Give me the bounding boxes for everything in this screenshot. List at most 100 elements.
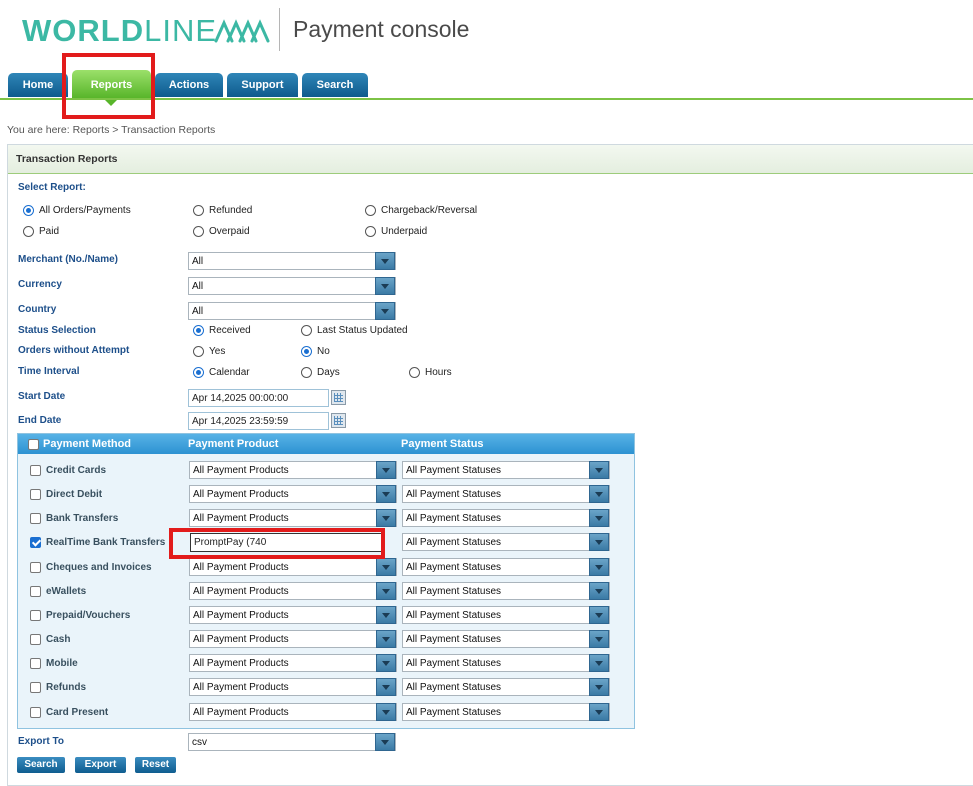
payment-product-select[interactable]: All Payment Products	[189, 558, 397, 576]
status-last-updated-radio[interactable]: Last Status Updated	[301, 325, 408, 336]
payment-method-label: Direct Debit	[46, 489, 103, 500]
payment-method-row[interactable]: RealTime Bank Transfers	[30, 537, 165, 548]
payment-method-row[interactable]: Bank Transfers	[30, 513, 118, 524]
payment-method-row[interactable]: Mobile	[30, 658, 78, 669]
payment-method-checkbox[interactable]	[30, 682, 41, 693]
tab-support[interactable]: Support	[227, 73, 298, 97]
payment-method-label: Cash	[46, 634, 71, 645]
payment-product-select[interactable]: All Payment Products	[189, 606, 397, 624]
payment-product-select[interactable]: All Payment Products	[189, 582, 397, 600]
end-date-input[interactable]: Apr 14,2025 23:59:59	[188, 412, 329, 430]
tab-home[interactable]: Home	[8, 73, 68, 97]
report-option-paid[interactable]: Paid	[23, 226, 59, 237]
payment-method-checkbox[interactable]	[30, 634, 41, 645]
report-option-all-orders[interactable]: All Orders/Payments	[23, 205, 131, 216]
payment-method-row[interactable]: Direct Debit	[30, 489, 102, 500]
chevron-down-icon	[589, 678, 609, 696]
payment-status-value: All Payment Statuses	[406, 610, 502, 621]
payment-method-label: Cheques and Invoices	[46, 562, 152, 573]
payment-method-row[interactable]: Prepaid/Vouchers	[30, 610, 130, 621]
payment-method-checkbox[interactable]	[30, 537, 41, 548]
chevron-down-icon	[375, 302, 395, 320]
payment-status-select[interactable]: All Payment Statuses	[402, 533, 610, 551]
radio-icon	[365, 205, 376, 216]
payment-method-checkbox[interactable]	[30, 465, 41, 476]
report-option-chargeback[interactable]: Chargeback/Reversal	[365, 205, 477, 216]
payment-product-value: All Payment Products	[193, 658, 289, 669]
search-button[interactable]: Search	[17, 757, 65, 773]
payment-product-select[interactable]: All Payment Products	[189, 678, 397, 696]
report-option-underpaid[interactable]: Underpaid	[365, 226, 427, 237]
payment-table-header: Payment Method Payment Product Payment S…	[18, 434, 634, 454]
payment-method-row[interactable]: eWallets	[30, 586, 86, 597]
chevron-down-icon	[589, 485, 609, 503]
report-option-refunded[interactable]: Refunded	[193, 205, 252, 216]
payment-method-row[interactable]: Refunds	[30, 682, 86, 693]
payment-product-select[interactable]: All Payment Products	[189, 630, 397, 648]
currency-select[interactable]: All	[188, 277, 396, 295]
payment-product-select[interactable]: All Payment Products	[189, 509, 397, 527]
payment-product-select[interactable]: All Payment Products	[189, 654, 397, 672]
payment-method-checkbox[interactable]	[30, 658, 41, 669]
radio-label: Calendar	[209, 367, 250, 378]
brand-word-bold: WORLD	[22, 13, 145, 48]
report-option-label: All Orders/Payments	[39, 205, 131, 216]
payment-product-value: All Payment Products	[193, 707, 289, 718]
payment-method-checkbox[interactable]	[30, 586, 41, 597]
calendar-icon[interactable]	[331, 413, 346, 428]
payment-status-select[interactable]: All Payment Statuses	[402, 654, 610, 672]
payment-status-value: All Payment Statuses	[406, 634, 502, 645]
orders-without-attempt-yes[interactable]: Yes	[193, 346, 225, 357]
select-all-checkbox[interactable]	[28, 439, 39, 450]
payment-status-select[interactable]: All Payment Statuses	[402, 485, 610, 503]
payment-status-select[interactable]: All Payment Statuses	[402, 678, 610, 696]
payment-method-checkbox[interactable]	[30, 489, 41, 500]
status-received-radio[interactable]: Received	[193, 325, 251, 336]
report-option-overpaid[interactable]: Overpaid	[193, 226, 250, 237]
payment-method-checkbox[interactable]	[30, 562, 41, 573]
calendar-icon[interactable]	[331, 390, 346, 405]
payment-status-select[interactable]: All Payment Statuses	[402, 630, 610, 648]
report-option-label: Overpaid	[209, 226, 250, 237]
tab-search[interactable]: Search	[302, 73, 368, 97]
start-date-input[interactable]: Apr 14,2025 00:00:00	[188, 389, 329, 407]
payment-product-input[interactable]: PromptPay (740	[190, 533, 383, 552]
payment-method-row[interactable]: Card Present	[30, 707, 108, 718]
merchant-select[interactable]: All	[188, 252, 396, 270]
payment-status-value: All Payment Statuses	[406, 682, 502, 693]
payment-method-row[interactable]: Credit Cards	[30, 465, 106, 476]
orders-without-attempt-no[interactable]: No	[301, 346, 330, 357]
payment-status-select[interactable]: All Payment Statuses	[402, 558, 610, 576]
payment-status-select[interactable]: All Payment Statuses	[402, 703, 610, 721]
payment-method-checkbox[interactable]	[30, 610, 41, 621]
payment-method-checkbox[interactable]	[30, 513, 41, 524]
payment-status-select[interactable]: All Payment Statuses	[402, 509, 610, 527]
payment-status-select[interactable]: All Payment Statuses	[402, 606, 610, 624]
payment-product-select[interactable]: All Payment Products	[189, 703, 397, 721]
merchant-label: Merchant (No./Name)	[18, 254, 119, 265]
payment-status-value: All Payment Statuses	[406, 586, 502, 597]
time-interval-calendar[interactable]: Calendar	[193, 367, 250, 378]
payment-product-value: All Payment Products	[193, 489, 289, 500]
payment-product-select[interactable]: All Payment Products	[189, 461, 397, 479]
orders-without-attempt-label: Orders without Attempt	[18, 345, 130, 356]
export-button[interactable]: Export	[75, 757, 126, 773]
payment-method-checkbox[interactable]	[30, 707, 41, 718]
payment-method-row[interactable]: Cash	[30, 634, 70, 645]
payment-product-select[interactable]: All Payment Products	[189, 485, 397, 503]
tab-actions[interactable]: Actions	[155, 73, 223, 97]
payment-status-select[interactable]: All Payment Statuses	[402, 461, 610, 479]
tab-reports[interactable]: Reports	[72, 70, 151, 98]
payment-method-label: RealTime Bank Transfers	[46, 537, 166, 548]
payment-method-label: Bank Transfers	[46, 513, 119, 524]
payment-method-row[interactable]: Cheques and Invoices	[30, 562, 152, 573]
payment-status-select[interactable]: All Payment Statuses	[402, 582, 610, 600]
status-selection-label: Status Selection	[18, 325, 96, 336]
time-interval-hours[interactable]: Hours	[409, 367, 452, 378]
export-to-label: Export To	[18, 736, 64, 747]
end-date-label: End Date	[18, 415, 62, 426]
country-select[interactable]: All	[188, 302, 396, 320]
time-interval-days[interactable]: Days	[301, 367, 340, 378]
reset-button[interactable]: Reset	[135, 757, 176, 773]
export-format-select[interactable]: csv	[188, 733, 396, 751]
